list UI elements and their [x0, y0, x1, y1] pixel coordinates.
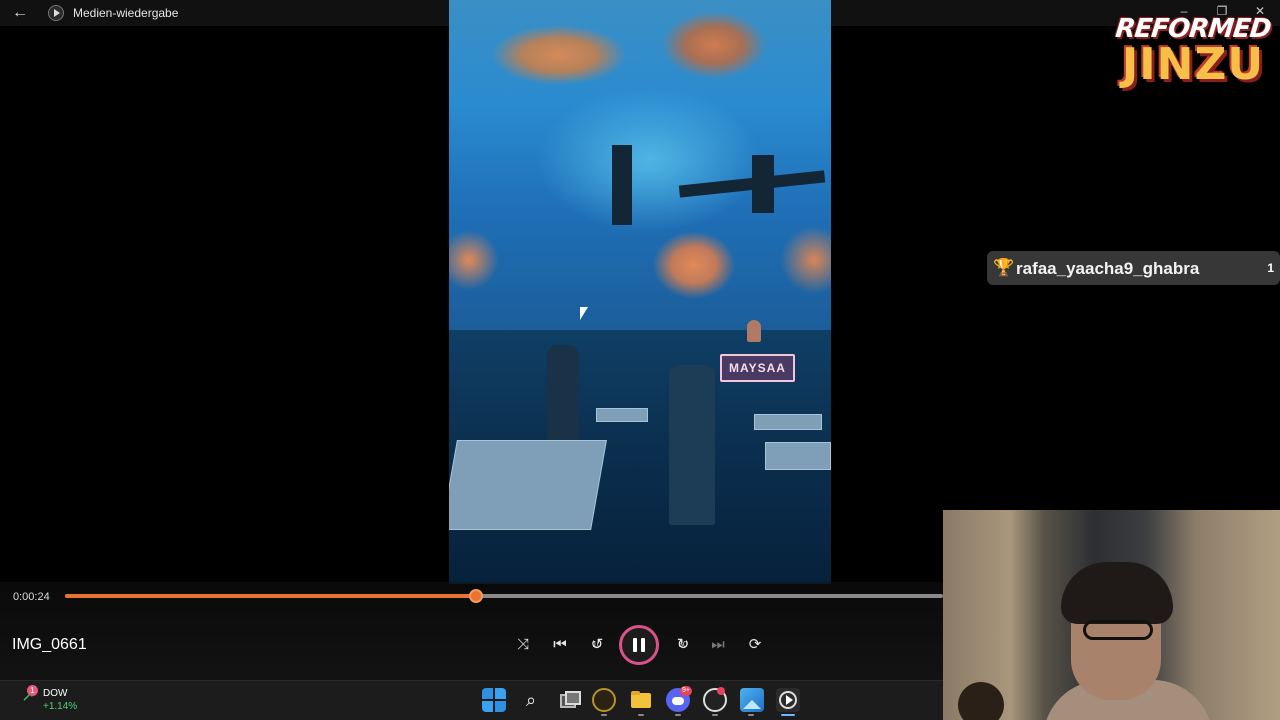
video-table — [596, 408, 648, 422]
seek-bar-fill — [65, 594, 476, 598]
video-person — [747, 320, 761, 342]
video-person — [547, 345, 579, 440]
widget-stock-name[interactable]: DOW — [43, 688, 67, 699]
discord-badge: 9+ — [680, 686, 692, 696]
running-indicator — [601, 714, 607, 716]
webcam-glasses — [1083, 620, 1153, 640]
start-icon[interactable] — [482, 688, 506, 712]
forward-button[interactable]: ↻ 30 — [671, 633, 695, 657]
video-table — [449, 440, 607, 530]
rewind-button[interactable]: ↺ 10 — [585, 633, 609, 657]
webcam-second-person — [958, 682, 1004, 720]
search-icon[interactable]: ⌕ — [519, 688, 543, 712]
leader-widget: 🏆 rafaa_yaacha9_ghabra 1 — [987, 251, 1280, 285]
active-indicator — [781, 714, 795, 716]
running-indicator — [638, 714, 644, 716]
file-explorer-icon[interactable] — [629, 688, 653, 712]
video-table — [754, 414, 822, 430]
window-title: Medien-wiedergabe — [73, 6, 179, 20]
arrow-left-icon[interactable]: ← — [10, 4, 30, 22]
dj-booth-sign: MAYSAA — [720, 354, 795, 382]
media-player-taskbar-icon[interactable] — [776, 688, 800, 712]
shuffle-button[interactable]: ⤨ — [511, 633, 535, 657]
photos-icon[interactable] — [740, 688, 764, 712]
leader-count: 1 — [1267, 261, 1274, 275]
rewind-seconds: 10 — [592, 640, 602, 649]
video-table — [765, 442, 831, 470]
elapsed-time: 0:00:24 — [13, 591, 50, 603]
logo-line2: JINZU — [1121, 39, 1265, 90]
trophy-icon: 🏆 — [993, 258, 1015, 277]
forward-seconds: 30 — [678, 640, 688, 649]
leader-name: rafaa_yaacha9_ghabra — [1016, 259, 1200, 278]
task-view-icon[interactable] — [556, 688, 581, 712]
running-indicator — [675, 714, 681, 716]
pause-button[interactable] — [619, 625, 659, 665]
app-circle-icon[interactable] — [592, 688, 616, 712]
mouse-cursor-icon — [580, 307, 588, 320]
running-indicator — [712, 714, 718, 716]
taskbar — [0, 680, 943, 720]
webcam-feed — [943, 510, 1280, 720]
video-speaker — [612, 145, 632, 225]
widget-stock-change: +1.14% — [43, 701, 78, 712]
video-person — [669, 365, 715, 525]
notification-dot-icon — [717, 687, 725, 695]
file-name: IMG_0661 — [12, 636, 87, 653]
widget-badge: 1 — [27, 685, 38, 696]
seek-bar[interactable] — [65, 589, 943, 603]
next-button[interactable]: ⏭ — [706, 633, 730, 657]
previous-button[interactable]: ⏮ — [548, 633, 572, 657]
webcam-hair — [1061, 562, 1173, 624]
running-indicator — [748, 714, 754, 716]
video-frame[interactable]: MAYSAA — [449, 0, 831, 584]
seek-bar-thumb[interactable] — [468, 589, 483, 603]
repeat-button[interactable]: ⟳ — [743, 633, 767, 657]
media-player-icon — [48, 5, 64, 21]
